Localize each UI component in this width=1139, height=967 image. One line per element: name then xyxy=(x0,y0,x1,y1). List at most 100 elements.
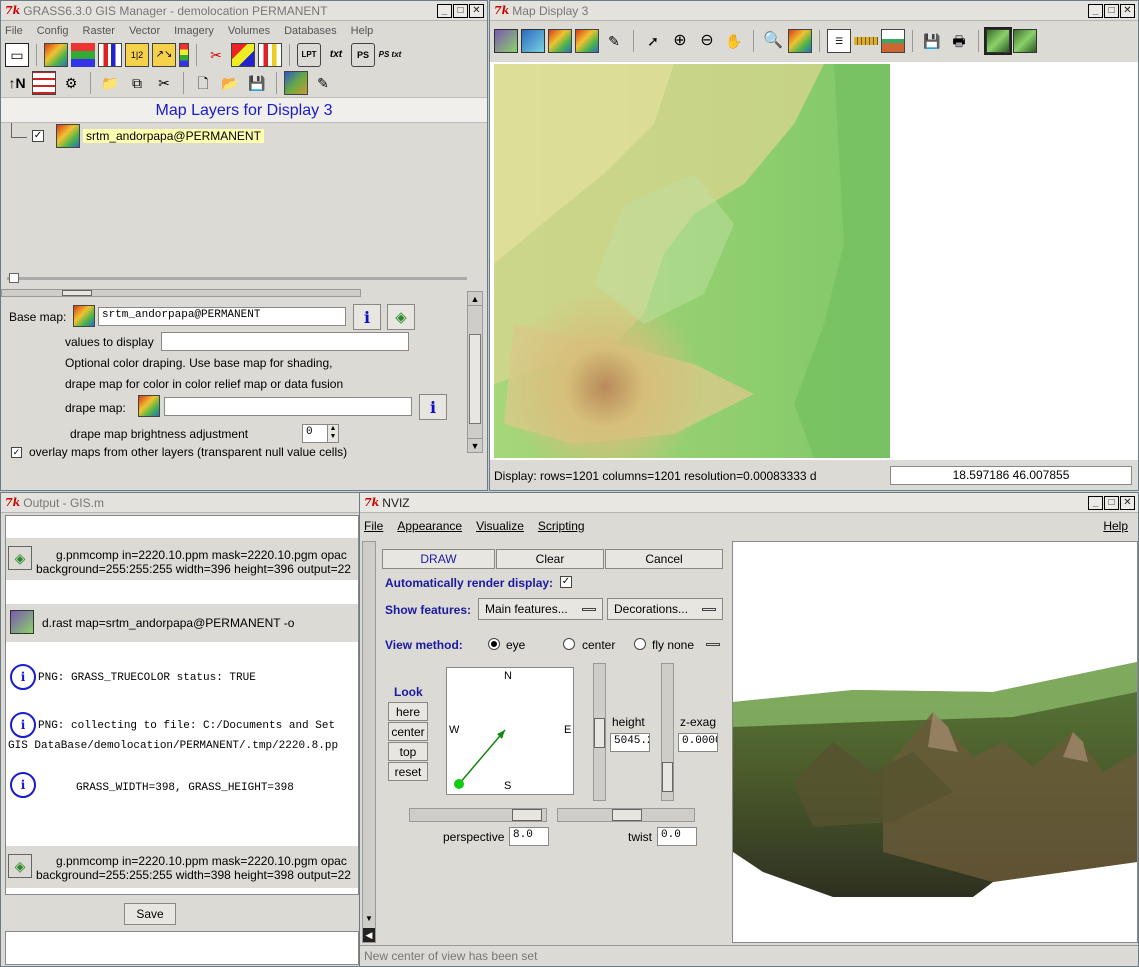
twist-slider[interactable] xyxy=(557,808,695,822)
nviz-3d-canvas[interactable] xyxy=(732,541,1138,943)
layer-name[interactable]: srtm_andorpapa@PERMANENT xyxy=(83,129,264,143)
raster-layer-icon[interactable] xyxy=(44,43,68,67)
nviz-titlebar[interactable]: 7k NVIZ _ □ ✕ xyxy=(360,493,1138,513)
draw-button[interactable]: DRAW xyxy=(382,549,495,569)
menu-config[interactable]: Config xyxy=(37,25,69,37)
nviz-icon[interactable] xyxy=(284,71,308,95)
save-display-icon[interactable]: 💾 xyxy=(920,29,944,53)
zoom-out-icon[interactable]: ⊖ xyxy=(695,29,719,53)
drape-map-icon[interactable] xyxy=(138,395,160,417)
menu-visualize[interactable]: Visualize xyxy=(476,519,524,533)
menu-help[interactable]: Help xyxy=(1103,519,1128,533)
cell-values-icon[interactable]: 1|2 xyxy=(125,43,149,67)
look-here-button[interactable]: here xyxy=(388,702,428,721)
height-field[interactable]: 5045.2 xyxy=(610,733,650,752)
close-button[interactable]: ✕ xyxy=(469,3,484,18)
rgb-layer-icon[interactable] xyxy=(71,43,95,67)
zoom-in-icon[interactable]: ⊕ xyxy=(668,29,692,53)
pan-hand-icon[interactable]: ✋ xyxy=(722,29,746,53)
layer-checkbox[interactable]: ✓ xyxy=(32,130,44,142)
clear-button[interactable]: Clear xyxy=(496,549,604,569)
settings-gear-icon[interactable]: ⚙ xyxy=(59,71,83,95)
display-command-icon[interactable] xyxy=(10,610,34,634)
view-eye-radio[interactable] xyxy=(488,638,500,650)
minimize-button[interactable]: _ xyxy=(437,3,452,18)
copy-icon[interactable]: ⧉ xyxy=(125,71,149,95)
decorations-menu[interactable]: Decorations... xyxy=(607,598,723,620)
base-map-field[interactable]: srtm_andorpapa@PERMANENT xyxy=(98,307,346,326)
lpt-icon[interactable]: LPT xyxy=(297,43,321,67)
map-display-titlebar[interactable]: 7k Map Display 3 _ □ ✕ xyxy=(490,1,1138,21)
redraw-icon[interactable] xyxy=(548,29,572,53)
menu-file[interactable]: File xyxy=(5,25,23,37)
query-icon[interactable]: ☰ xyxy=(827,29,851,53)
perspective-field[interactable]: 8.0 xyxy=(509,827,549,846)
look-top-button[interactable]: top xyxy=(388,742,428,761)
drape-map-field[interactable] xyxy=(164,397,412,416)
view-center-radio[interactable] xyxy=(563,638,575,650)
menu-imagery[interactable]: Imagery xyxy=(174,25,214,37)
overlay-checkbox[interactable]: ✓ xyxy=(11,447,22,458)
chart-vector-icon[interactable] xyxy=(258,43,282,67)
brightness-spinbox[interactable]: 0 xyxy=(302,424,328,443)
redraw-all-icon[interactable] xyxy=(575,29,599,53)
gis-manager-titlebar[interactable]: 7k GRASS6.3.0 GIS Manager - demolocation… xyxy=(1,1,487,21)
vector-layer-icon[interactable]: ✂ xyxy=(204,43,228,67)
perspective-slider[interactable] xyxy=(409,808,547,822)
menu-file[interactable]: File xyxy=(364,519,383,533)
erase-icon[interactable]: ✎ xyxy=(602,29,626,53)
zoom-region-icon[interactable] xyxy=(494,29,518,53)
drape-info-button[interactable]: i xyxy=(419,394,447,420)
histogram-icon[interactable] xyxy=(98,43,122,67)
measure-ruler-icon[interactable] xyxy=(854,37,878,45)
folder-icon[interactable]: 📁 xyxy=(98,71,122,95)
hscroll[interactable] xyxy=(1,273,487,289)
minimize-button[interactable]: _ xyxy=(1088,495,1103,510)
output-titlebar[interactable]: 7k Output - GIS.m xyxy=(1,493,359,513)
new-display-icon[interactable]: ▭ xyxy=(5,43,29,67)
run-command-icon[interactable]: ◈ xyxy=(8,546,32,570)
options-hscroll[interactable] xyxy=(1,289,361,297)
maximize-button[interactable]: □ xyxy=(1104,3,1119,18)
menu-vector[interactable]: Vector xyxy=(129,25,160,37)
render-mode-strict-icon[interactable] xyxy=(1013,29,1037,53)
brightness-spin-arrows[interactable]: ▲ ▼ xyxy=(327,424,339,443)
save-button[interactable]: Save xyxy=(124,903,176,925)
map-canvas[interactable] xyxy=(490,62,1138,460)
twist-field[interactable]: 0.0 xyxy=(657,827,697,846)
menu-appearance[interactable]: Appearance xyxy=(397,519,462,533)
north-arrow-icon[interactable]: ↑N xyxy=(5,71,29,95)
save-icon[interactable]: 💾 xyxy=(245,71,269,95)
auto-render-checkbox[interactable]: ✓ xyxy=(560,576,572,588)
render-mode-explore-icon[interactable] xyxy=(984,27,1012,55)
maximize-button[interactable]: □ xyxy=(453,3,468,18)
look-center-button[interactable]: center xyxy=(388,722,428,741)
maximize-button[interactable]: □ xyxy=(1104,495,1119,510)
pan-region-icon[interactable] xyxy=(521,29,545,53)
close-button[interactable]: ✕ xyxy=(1120,495,1135,510)
legend-icon[interactable] xyxy=(179,43,189,67)
nviz-left-scrollbar[interactable]: ▼ ◀ xyxy=(362,541,376,943)
print-icon[interactable]: 🖶 xyxy=(947,29,971,53)
values-field[interactable] xyxy=(161,332,409,351)
zexag-slider[interactable] xyxy=(661,663,674,801)
look-reset-button[interactable]: reset xyxy=(388,762,428,781)
zexag-field[interactable]: 0.0000 xyxy=(678,733,718,752)
txt-icon[interactable]: txt xyxy=(324,43,348,67)
grid-icon[interactable] xyxy=(32,71,56,95)
position-compass[interactable]: N S E W xyxy=(446,667,574,795)
open-file-icon[interactable]: 📂 xyxy=(218,71,242,95)
run-command-icon[interactable]: ◈ xyxy=(8,854,32,878)
cut-icon[interactable]: ✂ xyxy=(152,71,176,95)
edit-pencil-icon[interactable]: ✎ xyxy=(311,71,335,95)
ps-txt-icon[interactable]: PS txt xyxy=(378,43,402,67)
command-input[interactable] xyxy=(5,931,359,965)
thematic-vector-icon[interactable] xyxy=(231,43,255,67)
base-map-icon[interactable] xyxy=(73,305,95,327)
zoom-menu-icon[interactable] xyxy=(788,29,812,53)
menu-databases[interactable]: Databases xyxy=(284,25,337,37)
query-button[interactable]: ◈ xyxy=(387,304,415,330)
cancel-button[interactable]: Cancel xyxy=(605,549,723,569)
arrows-icon[interactable]: ↗↘ xyxy=(152,43,176,67)
menu-volumes[interactable]: Volumes xyxy=(228,25,270,37)
